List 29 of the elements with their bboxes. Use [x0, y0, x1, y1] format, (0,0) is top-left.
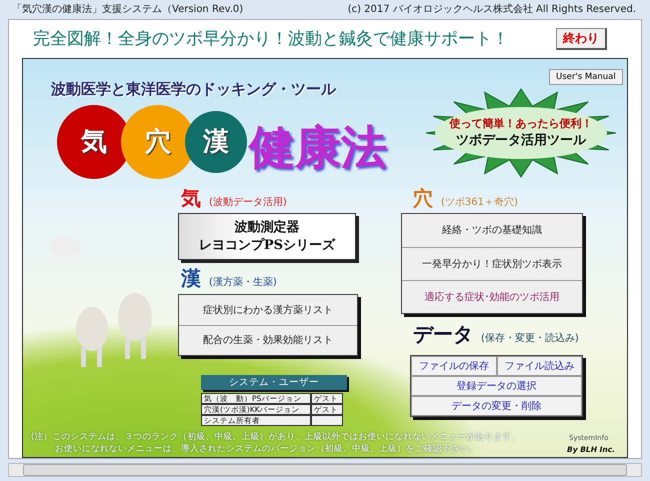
user-table-title: システム・ユーザー	[201, 374, 347, 390]
menu-button[interactable]: 症状別にわかる漢方薬リスト	[179, 294, 357, 325]
horizontal-scrollbar[interactable]	[8, 462, 642, 477]
data-button[interactable]: データの変更・削除	[411, 396, 582, 416]
logo-title: 健康法	[249, 120, 387, 174]
menu-button[interactable]: 配合の生薬・効果効能リスト	[179, 324, 357, 355]
ketsu-heading: 穴	[413, 184, 433, 212]
subtitle: 波動医学と東洋医学のドッキング・ツール	[51, 80, 336, 98]
ki-note: (波動データ活用)	[209, 196, 287, 209]
device-button[interactable]: 波動測定器 レヨコンプPSシリーズ	[178, 212, 356, 260]
menu-button[interactable]: 経絡・ツボの基礎知識	[402, 214, 582, 247]
logo-circle: 漢	[185, 110, 247, 173]
data-heading: データ	[413, 320, 473, 348]
kan-note: (漢方薬・生薬)	[209, 276, 277, 289]
data-button[interactable]: ファイル読込み	[496, 356, 582, 376]
menu-button[interactable]: 一発早分かり！症状別ツボ表示	[402, 246, 582, 280]
ki-heading: 気	[181, 184, 201, 212]
window-title: 「気穴漢の健康法」支援システム（Version Rev.0)	[12, 2, 244, 16]
menu-button[interactable]: 適応する症状･効能のツボ活用	[402, 280, 582, 313]
ketsu-note: (ツボ361＋奇穴)	[441, 196, 518, 209]
data-note: (保存・変更・読込み)	[481, 332, 579, 345]
data-button[interactable]: ファイルの保存	[411, 356, 496, 376]
headline: 完全図解！全身のツボ早分かり！波動と鍼灸で健康サポート！	[33, 28, 509, 50]
exit-button[interactable]: 終わり	[556, 28, 607, 50]
note-text: お使いになれないメニューは、導入されたシステムのバージョン（初級、中級、上級）をご確認下さい。	[54, 442, 479, 455]
data-button[interactable]: 登録データの選択	[411, 376, 582, 396]
kan-heading: 漢	[181, 264, 201, 292]
copyright-text: (c) 2017 バイオロジックヘルス株式会社 All Rights Reserved.	[348, 2, 636, 16]
users-manual-button[interactable]: User's Manual	[549, 68, 623, 85]
